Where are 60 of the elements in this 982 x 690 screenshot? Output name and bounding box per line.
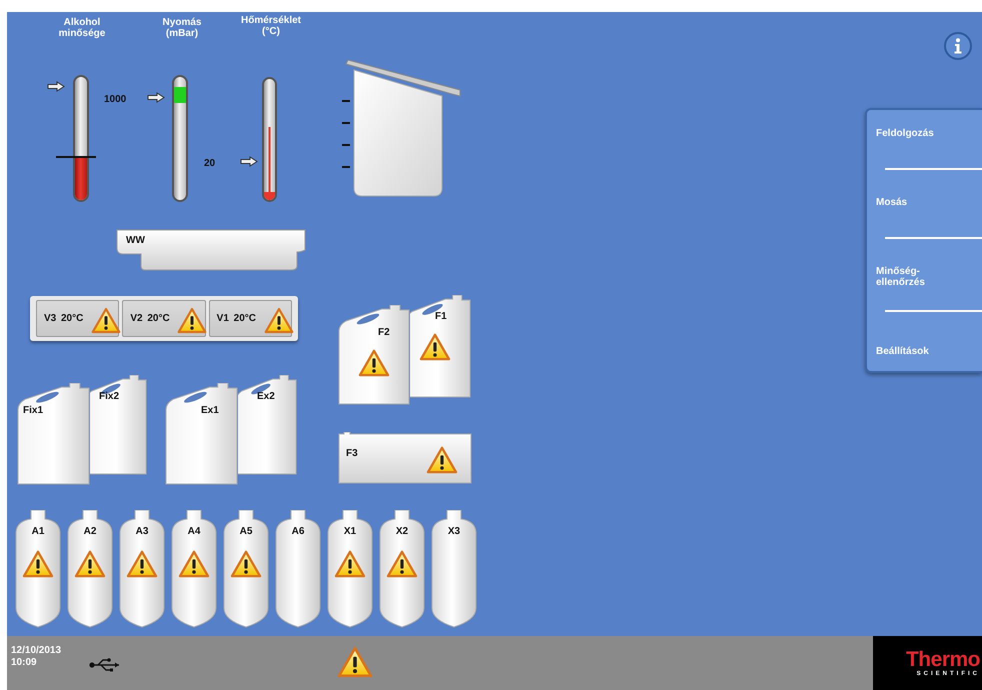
canister-label: Ex2 [257, 391, 275, 402]
container-label: F3 [346, 448, 358, 459]
bath-label: V1 [216, 313, 229, 324]
pressure-reading: 1000 [104, 93, 126, 107]
status-date: 12/10/2013 [11, 645, 62, 657]
bath-temperature: 20°C [61, 313, 84, 324]
bottle[interactable] [327, 510, 373, 628]
menu-item[interactable]: Beállítások [867, 346, 982, 357]
bottle[interactable] [119, 510, 165, 628]
info-button[interactable] [944, 32, 972, 60]
gauge-label: Nyomás (mBar) [162, 17, 202, 39]
flat-container[interactable] [338, 432, 472, 484]
bottle-label: A3 [134, 526, 150, 537]
bath-temperature: 20°C [234, 313, 256, 324]
logo-name: Thermo [906, 648, 980, 670]
gauge-label: Alkohol minősége [58, 17, 106, 39]
arrow-icon [147, 92, 165, 103]
canister-label: F1 [435, 311, 447, 322]
bottle[interactable] [15, 510, 61, 628]
bath-temperature: 20°C [147, 313, 170, 324]
bottle-label: X3 [446, 526, 462, 537]
status-time: 10:09 [11, 657, 38, 669]
arrow-icon [47, 81, 65, 92]
bottle-label: X1 [342, 526, 358, 537]
gauge-label: Hőmérséklet (°C) [240, 15, 302, 37]
bath-label: V3 [44, 313, 56, 324]
bottle[interactable] [171, 510, 217, 628]
wax-bath[interactable]: V3 20°C [36, 300, 120, 337]
temperature-reading: 20 [204, 157, 216, 171]
bottle-label: A6 [290, 526, 306, 537]
canister-label: Fix2 [99, 391, 120, 402]
arrow-icon [240, 156, 258, 167]
menu-item[interactable]: Minőség-ellenőrzés [867, 266, 937, 288]
canister-label: Fix1 [23, 405, 44, 416]
bottle[interactable] [431, 510, 477, 628]
menu-item[interactable]: Feldolgozás [867, 128, 982, 139]
tray-label: WW [126, 235, 145, 246]
pressure-range-band [174, 87, 186, 103]
bottle[interactable] [67, 510, 113, 628]
bottle-label: A5 [238, 526, 254, 537]
bottle-label: A4 [186, 526, 202, 537]
canister[interactable] [338, 305, 410, 405]
thermometer-bulb [264, 192, 275, 200]
bath-label: V2 [130, 313, 143, 324]
canister-label: Ex1 [201, 405, 219, 416]
canister[interactable] [165, 383, 238, 485]
canister[interactable] [90, 375, 147, 475]
canister[interactable] [17, 383, 90, 485]
canister[interactable] [410, 295, 471, 398]
level-marker [56, 156, 96, 158]
info-icon [953, 38, 963, 54]
menu-item[interactable]: Mosás [867, 197, 982, 208]
bottle[interactable] [379, 510, 425, 628]
bottle-label: X2 [394, 526, 410, 537]
bottle[interactable] [223, 510, 269, 628]
bottle-label: A1 [30, 526, 46, 537]
bottle-label: A2 [82, 526, 98, 537]
canister[interactable] [238, 375, 297, 475]
canister-label: F2 [378, 327, 390, 338]
bottle[interactable] [275, 510, 321, 628]
